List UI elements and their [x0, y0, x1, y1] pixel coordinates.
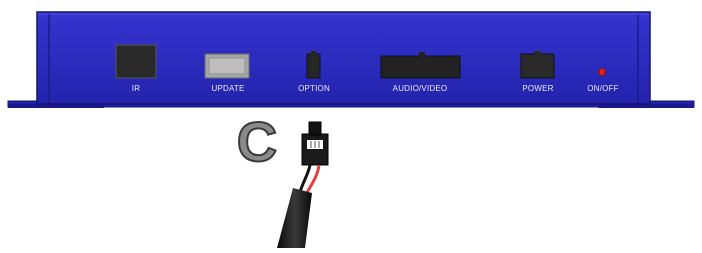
update-port-inner	[208, 57, 246, 75]
audio-video-port	[380, 55, 461, 79]
callout-letter: C	[236, 110, 278, 173]
ir-window	[115, 44, 157, 79]
power-led	[598, 68, 606, 76]
diagram-stage: IR UPDATE OPTION AUDIO/VIDEO POWER ON/OF…	[0, 0, 702, 248]
update-label: UPDATE	[211, 84, 245, 93]
connector-housing	[301, 133, 329, 166]
connector-latch	[308, 121, 322, 136]
on-off-label: ON/OFF	[587, 84, 619, 93]
power-label: POWER	[522, 84, 554, 93]
audio-video-label: AUDIO/VIDEO	[392, 84, 448, 93]
option-port	[306, 53, 321, 79]
device-illustration	[7, 11, 695, 248]
option-label: OPTION	[298, 84, 330, 93]
audio-video-port-tab	[419, 52, 425, 57]
option-port-tab	[311, 51, 316, 55]
ir-label: IR	[131, 84, 141, 93]
cable-sheath	[277, 188, 312, 248]
power-port-tab	[534, 51, 541, 55]
power-port	[520, 53, 555, 79]
